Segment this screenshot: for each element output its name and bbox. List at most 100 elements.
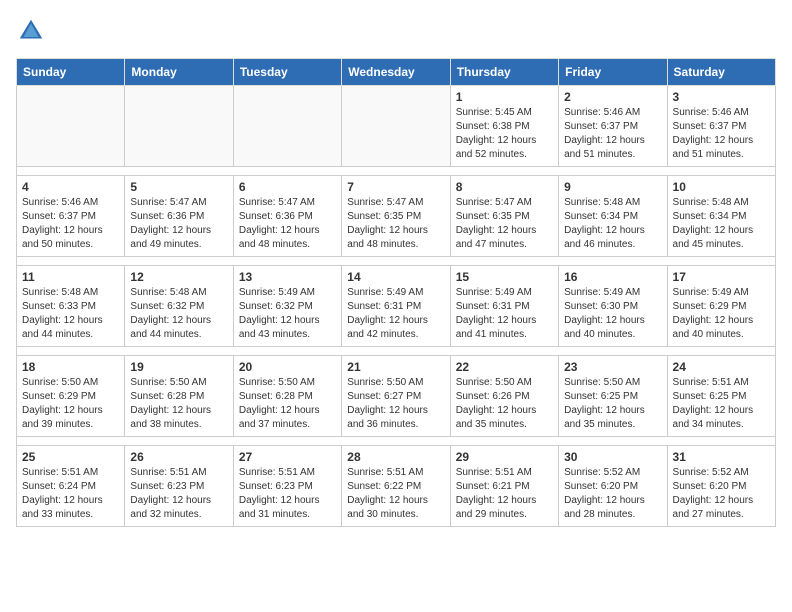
calendar-table: SundayMondayTuesdayWednesdayThursdayFrid… — [16, 58, 776, 527]
calendar-day-cell — [342, 86, 450, 167]
page-header — [16, 16, 776, 46]
calendar-day-cell: 25 Sunrise: 5:51 AM Sunset: 6:24 PM Dayli… — [17, 446, 125, 527]
calendar-day-cell: 15 Sunrise: 5:49 AM Sunset: 6:31 PM Dayli… — [450, 266, 558, 347]
day-info: Sunrise: 5:46 AM Sunset: 6:37 PM Dayligh… — [673, 106, 770, 162]
calendar-week-row: 18Sunrise: 5:50 AM Sunset: 6:29 PM Dayli… — [17, 356, 776, 437]
calendar-day-cell: 28Sunrise: 5:51 AM Sunset: 6:22 PM Dayli… — [342, 446, 450, 527]
day-number: 12 — [130, 270, 227, 284]
weekday-header: Wednesday — [342, 59, 450, 86]
day-info: Sunrise: 5:50 AM Sunset: 6:26 PM Dayligh… — [456, 376, 553, 432]
calendar-week-row: 11 Sunrise: 5:48 AM Sunset: 6:33 PM Dayli… — [17, 266, 776, 347]
day-info: Sunrise: 5:50 AM Sunset: 6:29 PM Dayligh… — [22, 376, 119, 432]
calendar-day-cell: 2 Sunrise: 5:46 AM Sunset: 6:37 PM Daylig… — [559, 86, 667, 167]
calendar-day-cell: 8 Sunrise: 5:47 AM Sunset: 6:35 PM Daylig… — [450, 176, 558, 257]
day-number: 19 — [130, 360, 227, 374]
day-info: Sunrise: 5:45 AM Sunset: 6:38 PM Dayligh… — [456, 106, 553, 162]
day-info: Sunrise: 5:50 AM Sunset: 6:25 PM Dayligh… — [564, 376, 661, 432]
day-info: Sunrise: 5:50 AM Sunset: 6:28 PM Dayligh… — [130, 376, 227, 432]
day-number: 2 — [564, 90, 661, 104]
calendar-day-cell: 27 Sunrise: 5:51 AM Sunset: 6:23 PM Dayli… — [233, 446, 341, 527]
day-info: Sunrise: 5:51 AM Sunset: 6:24 PM Dayligh… — [22, 466, 119, 522]
calendar-day-cell: 7Sunrise: 5:47 AM Sunset: 6:35 PM Daylig… — [342, 176, 450, 257]
calendar-day-cell: 14 Sunrise: 5:49 AM Sunset: 6:31 PM Dayli… — [342, 266, 450, 347]
day-info: Sunrise: 5:47 AM Sunset: 6:36 PM Dayligh… — [239, 196, 336, 252]
day-number: 23 — [564, 360, 661, 374]
calendar-day-cell: 20 Sunrise: 5:50 AM Sunset: 6:28 PM Dayli… — [233, 356, 341, 437]
calendar-day-cell: 23 Sunrise: 5:50 AM Sunset: 6:25 PM Dayli… — [559, 356, 667, 437]
calendar-day-cell — [233, 86, 341, 167]
day-info: Sunrise: 5:48 AM Sunset: 6:33 PM Dayligh… — [22, 286, 119, 342]
calendar-week-row: 25 Sunrise: 5:51 AM Sunset: 6:24 PM Dayli… — [17, 446, 776, 527]
day-number: 13 — [239, 270, 336, 284]
day-number: 30 — [564, 450, 661, 464]
week-separator — [17, 167, 776, 176]
calendar-day-cell: 13 Sunrise: 5:49 AM Sunset: 6:32 PM Dayli… — [233, 266, 341, 347]
day-number: 26 — [130, 450, 227, 464]
day-info: Sunrise: 5:50 AM Sunset: 6:27 PM Dayligh… — [347, 376, 444, 432]
calendar-day-cell — [125, 86, 233, 167]
day-info: Sunrise: 5:48 AM Sunset: 6:34 PM Dayligh… — [564, 196, 661, 252]
calendar-day-cell: 3 Sunrise: 5:46 AM Sunset: 6:37 PM Daylig… — [667, 86, 775, 167]
day-info: Sunrise: 5:49 AM Sunset: 6:31 PM Dayligh… — [456, 286, 553, 342]
calendar-day-cell: 24 Sunrise: 5:51 AM Sunset: 6:25 PM Dayli… — [667, 356, 775, 437]
day-info: Sunrise: 5:48 AM Sunset: 6:34 PM Dayligh… — [673, 196, 770, 252]
calendar-day-cell: 16 Sunrise: 5:49 AM Sunset: 6:30 PM Dayli… — [559, 266, 667, 347]
day-info: Sunrise: 5:51 AM Sunset: 6:21 PM Dayligh… — [456, 466, 553, 522]
calendar-day-cell: 22 Sunrise: 5:50 AM Sunset: 6:26 PM Dayli… — [450, 356, 558, 437]
day-number: 1 — [456, 90, 553, 104]
week-separator — [17, 347, 776, 356]
calendar-day-cell: 6 Sunrise: 5:47 AM Sunset: 6:36 PM Daylig… — [233, 176, 341, 257]
day-number: 9 — [564, 180, 661, 194]
day-info: Sunrise: 5:49 AM Sunset: 6:29 PM Dayligh… — [673, 286, 770, 342]
day-info: Sunrise: 5:48 AM Sunset: 6:32 PM Dayligh… — [130, 286, 227, 342]
day-info: Sunrise: 5:46 AM Sunset: 6:37 PM Dayligh… — [564, 106, 661, 162]
calendar-day-cell: 21 Sunrise: 5:50 AM Sunset: 6:27 PM Dayli… — [342, 356, 450, 437]
day-number: 5 — [130, 180, 227, 194]
week-separator — [17, 437, 776, 446]
day-number: 11 — [22, 270, 119, 284]
weekday-header: Friday — [559, 59, 667, 86]
calendar-day-cell: 5Sunrise: 5:47 AM Sunset: 6:36 PM Daylig… — [125, 176, 233, 257]
day-number: 15 — [456, 270, 553, 284]
day-number: 27 — [239, 450, 336, 464]
day-info: Sunrise: 5:47 AM Sunset: 6:35 PM Dayligh… — [456, 196, 553, 252]
calendar-day-cell: 18Sunrise: 5:50 AM Sunset: 6:29 PM Dayli… — [17, 356, 125, 437]
day-info: Sunrise: 5:49 AM Sunset: 6:31 PM Dayligh… — [347, 286, 444, 342]
calendar-day-cell: 30 Sunrise: 5:52 AM Sunset: 6:20 PM Dayli… — [559, 446, 667, 527]
day-info: Sunrise: 5:49 AM Sunset: 6:32 PM Dayligh… — [239, 286, 336, 342]
weekday-header: Saturday — [667, 59, 775, 86]
day-info: Sunrise: 5:51 AM Sunset: 6:22 PM Dayligh… — [347, 466, 444, 522]
day-number: 6 — [239, 180, 336, 194]
day-number: 14 — [347, 270, 444, 284]
day-number: 8 — [456, 180, 553, 194]
day-info: Sunrise: 5:52 AM Sunset: 6:20 PM Dayligh… — [564, 466, 661, 522]
day-number: 29 — [456, 450, 553, 464]
day-number: 20 — [239, 360, 336, 374]
day-number: 25 — [22, 450, 119, 464]
day-info: Sunrise: 5:50 AM Sunset: 6:28 PM Dayligh… — [239, 376, 336, 432]
week-separator — [17, 257, 776, 266]
day-number: 17 — [673, 270, 770, 284]
calendar-day-cell: 31Sunrise: 5:52 AM Sunset: 6:20 PM Dayli… — [667, 446, 775, 527]
calendar-day-cell — [17, 86, 125, 167]
calendar-day-cell: 26Sunrise: 5:51 AM Sunset: 6:23 PM Dayli… — [125, 446, 233, 527]
day-number: 24 — [673, 360, 770, 374]
day-info: Sunrise: 5:51 AM Sunset: 6:25 PM Dayligh… — [673, 376, 770, 432]
day-info: Sunrise: 5:51 AM Sunset: 6:23 PM Dayligh… — [239, 466, 336, 522]
calendar-week-row: 1 Sunrise: 5:45 AM Sunset: 6:38 PM Daylig… — [17, 86, 776, 167]
calendar-day-cell: 1 Sunrise: 5:45 AM Sunset: 6:38 PM Daylig… — [450, 86, 558, 167]
day-info: Sunrise: 5:49 AM Sunset: 6:30 PM Dayligh… — [564, 286, 661, 342]
day-number: 21 — [347, 360, 444, 374]
day-number: 4 — [22, 180, 119, 194]
calendar-day-cell: 9 Sunrise: 5:48 AM Sunset: 6:34 PM Daylig… — [559, 176, 667, 257]
day-number: 31 — [673, 450, 770, 464]
day-number: 22 — [456, 360, 553, 374]
day-number: 7 — [347, 180, 444, 194]
calendar-day-cell: 29 Sunrise: 5:51 AM Sunset: 6:21 PM Dayli… — [450, 446, 558, 527]
logo-icon — [16, 16, 46, 46]
day-number: 16 — [564, 270, 661, 284]
day-number: 3 — [673, 90, 770, 104]
day-info: Sunrise: 5:46 AM Sunset: 6:37 PM Dayligh… — [22, 196, 119, 252]
weekday-header: Sunday — [17, 59, 125, 86]
calendar-day-cell: 4 Sunrise: 5:46 AM Sunset: 6:37 PM Daylig… — [17, 176, 125, 257]
